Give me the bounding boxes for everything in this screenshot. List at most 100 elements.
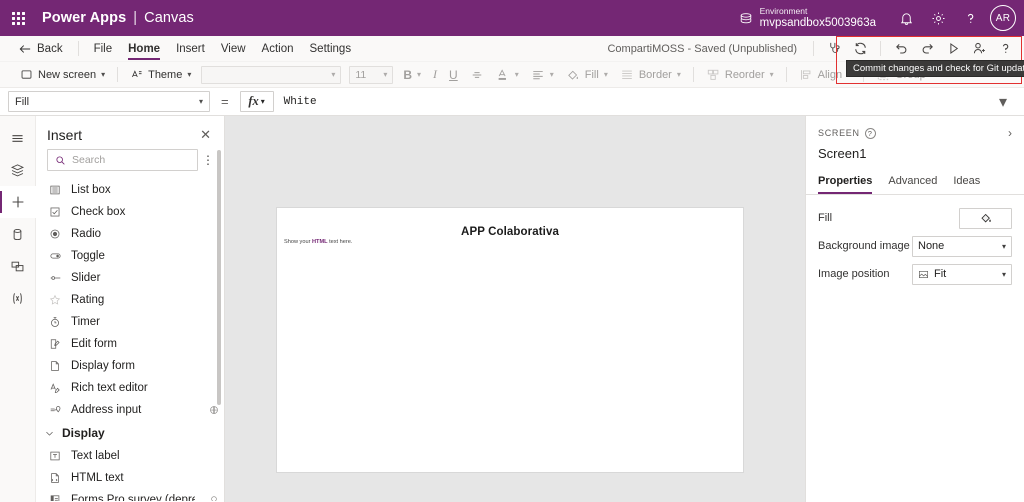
- background-image-select[interactable]: None ▾: [912, 235, 1012, 257]
- list-item[interactable]: Timer: [36, 311, 224, 333]
- fx-label: fx: [248, 94, 259, 108]
- app-launcher-icon[interactable]: [0, 0, 36, 36]
- menu-item-home[interactable]: Home: [120, 36, 168, 62]
- title-bar: Power Apps | Canvas Environment mvpsandb…: [0, 0, 1024, 36]
- bold-button[interactable]: B ▾: [397, 64, 427, 86]
- menu-item-settings[interactable]: Settings: [302, 36, 360, 62]
- text-align-button[interactable]: ▾: [525, 64, 560, 86]
- search-input[interactable]: Search: [47, 149, 198, 171]
- html-text-control[interactable]: Show your HTML text here.: [284, 239, 352, 245]
- environment-label: Environment: [759, 6, 808, 16]
- menu-item-view[interactable]: View: [213, 36, 254, 62]
- menu-item-action[interactable]: Action: [254, 36, 302, 62]
- border-button[interactable]: Border ▾: [614, 64, 687, 86]
- idea-icon[interactable]: [204, 495, 224, 501]
- list-item-label: Check box: [71, 206, 126, 218]
- environment-selector[interactable]: Environment mvpsandbox5003963a: [739, 7, 876, 29]
- question-icon[interactable]: ?: [864, 127, 876, 139]
- app-screen[interactable]: APP Colaborativa Show your HTML text her…: [277, 208, 743, 472]
- git-sync-icon[interactable]: [847, 36, 873, 62]
- menu-item-file[interactable]: File: [86, 36, 121, 62]
- list-item[interactable]: Radio: [36, 223, 224, 245]
- rail-item-variables[interactable]: [0, 282, 36, 314]
- list-item[interactable]: Edit form: [36, 333, 224, 355]
- tab-advanced[interactable]: Advanced: [888, 170, 937, 194]
- menu-item-insert[interactable]: Insert: [168, 36, 213, 62]
- selected-control-name: Screen1: [818, 146, 867, 161]
- preview-play-icon[interactable]: [940, 36, 966, 62]
- rich-text-icon: [48, 382, 62, 394]
- chevron-down-icon: ▾: [198, 97, 203, 106]
- bell-icon[interactable]: [890, 0, 922, 36]
- list-item[interactable]: Forms Pro survey (deprec...: [36, 489, 224, 501]
- theme-label: Theme: [148, 68, 183, 81]
- chevron-down-icon: ▾: [417, 70, 422, 79]
- brand-name[interactable]: Power Apps: [42, 10, 126, 26]
- font-color-button[interactable]: ▾: [490, 64, 525, 86]
- property-select[interactable]: Fill ▾: [8, 91, 210, 112]
- html-text-prefix: Show your: [284, 239, 312, 245]
- tab-ideas[interactable]: Ideas: [953, 170, 980, 194]
- insert-panel-scrollbar[interactable]: [217, 150, 221, 405]
- list-group-display[interactable]: Display: [36, 421, 224, 445]
- italic-button[interactable]: I: [427, 64, 443, 86]
- toggle-icon: [48, 250, 62, 262]
- theme-button[interactable]: Theme ▾: [124, 64, 197, 86]
- rail-item-media[interactable]: [0, 250, 36, 282]
- rail-item-tree-view[interactable]: [0, 154, 36, 186]
- more-vertical-icon[interactable]: ⋮: [198, 154, 218, 166]
- list-item[interactable]: Text label: [36, 445, 224, 467]
- list-item[interactable]: Rating: [36, 289, 224, 311]
- star-icon: [48, 294, 62, 306]
- new-screen-button[interactable]: New screen ▾: [14, 64, 111, 86]
- list-item[interactable]: Toggle: [36, 245, 224, 267]
- html-text-bold: HTML: [311, 239, 328, 245]
- back-button[interactable]: Back: [18, 36, 71, 62]
- list-item[interactable]: Address input: [36, 399, 224, 421]
- save-status: CompartiMOSS - Saved (Unpublished): [607, 42, 797, 55]
- list-item[interactable]: Slider: [36, 267, 224, 289]
- list-item[interactable]: Rich text editor: [36, 377, 224, 399]
- app-checker-icon[interactable]: [821, 36, 847, 62]
- tab-properties[interactable]: Properties: [818, 170, 873, 194]
- undo-icon[interactable]: [888, 36, 914, 62]
- list-item[interactable]: HTML text: [36, 467, 224, 489]
- chevron-right-icon[interactable]: ›: [1008, 126, 1012, 140]
- rail-item-insert-plus[interactable]: [0, 186, 36, 218]
- rail-item-data-sources[interactable]: [0, 218, 36, 250]
- chevron-down-icon: ▾: [769, 70, 774, 79]
- app-title-label[interactable]: APP Colaborativa: [277, 226, 743, 238]
- reorder-button[interactable]: Reorder ▾: [700, 64, 780, 86]
- insert-panel-list: List box Check box Radio Toggle Slider R…: [36, 179, 224, 501]
- list-item-label: Edit form: [71, 338, 118, 350]
- background-image-value: None: [918, 240, 945, 252]
- rail-item-menu-hamburger[interactable]: [0, 122, 36, 154]
- close-icon[interactable]: ✕: [197, 126, 214, 143]
- list-item[interactable]: List box: [36, 179, 224, 201]
- fx-button[interactable]: fx ▾: [239, 91, 274, 112]
- search-icon: [55, 155, 66, 166]
- menu-bar-right: CompartiMOSS - Saved (Unpublished): [607, 36, 1024, 62]
- redo-icon[interactable]: [914, 36, 940, 62]
- help-question-icon[interactable]: [992, 36, 1018, 62]
- formula-input[interactable]: White: [280, 91, 990, 112]
- canvas-area[interactable]: APP Colaborativa Show your HTML text her…: [225, 116, 805, 502]
- brand-area: Power Apps | Canvas: [42, 10, 194, 26]
- display-form-icon: [48, 360, 62, 372]
- strikethrough-icon[interactable]: [464, 64, 490, 86]
- html-text-suffix: text here.: [327, 239, 353, 245]
- font-size-select[interactable]: 11 ▾: [349, 65, 394, 84]
- question-icon[interactable]: [954, 0, 986, 36]
- underline-label: U: [449, 67, 458, 82]
- list-item[interactable]: Display form: [36, 355, 224, 377]
- formula-expand-chevron-down-icon[interactable]: ▾: [990, 92, 1016, 112]
- underline-button[interactable]: U: [443, 64, 464, 86]
- avatar[interactable]: AR: [990, 5, 1016, 31]
- font-family-select[interactable]: ▾: [201, 65, 342, 84]
- fill-button[interactable]: Fill ▾: [560, 64, 614, 86]
- gear-icon[interactable]: [922, 0, 954, 36]
- list-item[interactable]: Check box: [36, 201, 224, 223]
- share-user-icon[interactable]: [966, 36, 992, 62]
- image-position-select[interactable]: Fit ▾: [912, 263, 1012, 285]
- fill-color-swatch-button[interactable]: [959, 207, 1012, 229]
